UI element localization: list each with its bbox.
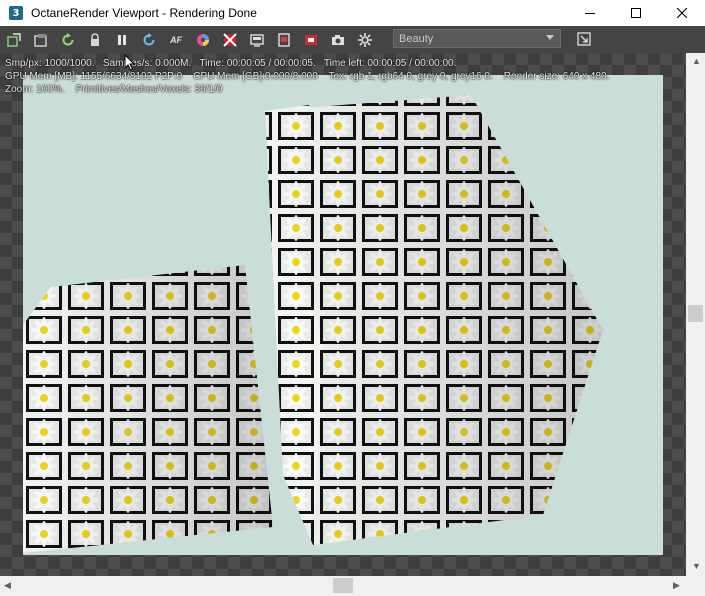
render-pass-value: Beauty bbox=[399, 32, 434, 45]
maximize-icon bbox=[631, 8, 641, 18]
chevron-down-icon bbox=[546, 35, 554, 40]
status-line-memory: GPU Mem [MB]: 1155/6634/8192 P2P:0 CPU M… bbox=[5, 71, 610, 82]
camera-button[interactable] bbox=[327, 29, 349, 51]
maximize-button[interactable] bbox=[613, 0, 659, 26]
title-bar: 3 OctaneRender Viewport - Rendering Done bbox=[0, 0, 705, 26]
vertical-scroll-thumb[interactable] bbox=[688, 305, 703, 322]
update-scene-button[interactable] bbox=[138, 29, 160, 51]
material-picker-icon bbox=[223, 32, 237, 47]
pause-render-icon bbox=[118, 34, 126, 45]
viewport-settings-button[interactable] bbox=[246, 29, 268, 51]
save-render-icon bbox=[34, 33, 47, 47]
rendered-cubes-image bbox=[23, 75, 663, 555]
scroll-up-icon[interactable]: ▲ bbox=[692, 56, 701, 66]
recenter-view-button[interactable] bbox=[3, 29, 25, 51]
viewport-toolbar: AF Beauty bbox=[0, 26, 705, 53]
scroll-down-icon[interactable]: ▼ bbox=[692, 561, 701, 571]
save-render-button[interactable] bbox=[30, 29, 52, 51]
lock-viewport-button[interactable] bbox=[84, 29, 106, 51]
region-render-icon bbox=[577, 32, 591, 46]
options-icon bbox=[358, 32, 372, 47]
scroll-left-icon[interactable]: ◀ bbox=[4, 580, 11, 591]
render-image bbox=[23, 75, 663, 555]
horizontal-scrollbar[interactable]: ◀ ▶ bbox=[0, 576, 686, 596]
minimize-icon bbox=[585, 13, 595, 14]
restart-render-button[interactable] bbox=[57, 29, 79, 51]
minimize-button[interactable] bbox=[567, 0, 613, 26]
close-icon bbox=[677, 8, 687, 18]
autofocus-icon: AF bbox=[170, 34, 182, 45]
scrollbar-corner bbox=[686, 576, 705, 596]
lock-viewport-icon bbox=[91, 32, 99, 46]
options-button[interactable] bbox=[354, 29, 376, 51]
update-scene-icon bbox=[143, 32, 155, 45]
mouse-cursor-icon bbox=[124, 54, 136, 71]
film-settings-icon bbox=[278, 32, 290, 47]
viewport-settings-icon bbox=[250, 33, 264, 47]
material-picker-button[interactable] bbox=[219, 29, 241, 51]
snapshot-button[interactable] bbox=[300, 29, 322, 51]
status-line-zoom: Zoom: 100%. Primitives/Meshes/Voxels: 36… bbox=[5, 84, 223, 95]
render-viewport[interactable]: Smp/px: 1000/1000. Samples/s: 0.000M. Ti… bbox=[0, 53, 686, 576]
status-line-samples: Smp/px: 1000/1000. Samples/s: 0.000M. Ti… bbox=[5, 58, 457, 69]
restart-render-icon bbox=[62, 32, 74, 45]
vertical-scrollbar[interactable]: ▲ ▼ bbox=[686, 53, 705, 576]
snapshot-icon bbox=[305, 34, 317, 45]
region-render-button[interactable] bbox=[574, 29, 594, 49]
scroll-right-icon[interactable]: ▶ bbox=[673, 580, 680, 591]
camera-icon bbox=[332, 34, 344, 45]
app-icon: 3 bbox=[9, 6, 23, 20]
color-picker-button[interactable] bbox=[192, 29, 214, 51]
color-picker-icon bbox=[197, 33, 209, 46]
pause-render-button[interactable] bbox=[111, 29, 133, 51]
film-settings-button[interactable] bbox=[273, 29, 295, 51]
horizontal-scroll-thumb[interactable] bbox=[333, 578, 353, 593]
recenter-view-icon bbox=[7, 32, 21, 47]
render-pass-select[interactable]: Beauty bbox=[393, 29, 561, 48]
close-button[interactable] bbox=[659, 0, 705, 26]
autofocus-button[interactable]: AF bbox=[165, 29, 187, 51]
window-title: OctaneRender Viewport - Rendering Done bbox=[31, 6, 257, 20]
